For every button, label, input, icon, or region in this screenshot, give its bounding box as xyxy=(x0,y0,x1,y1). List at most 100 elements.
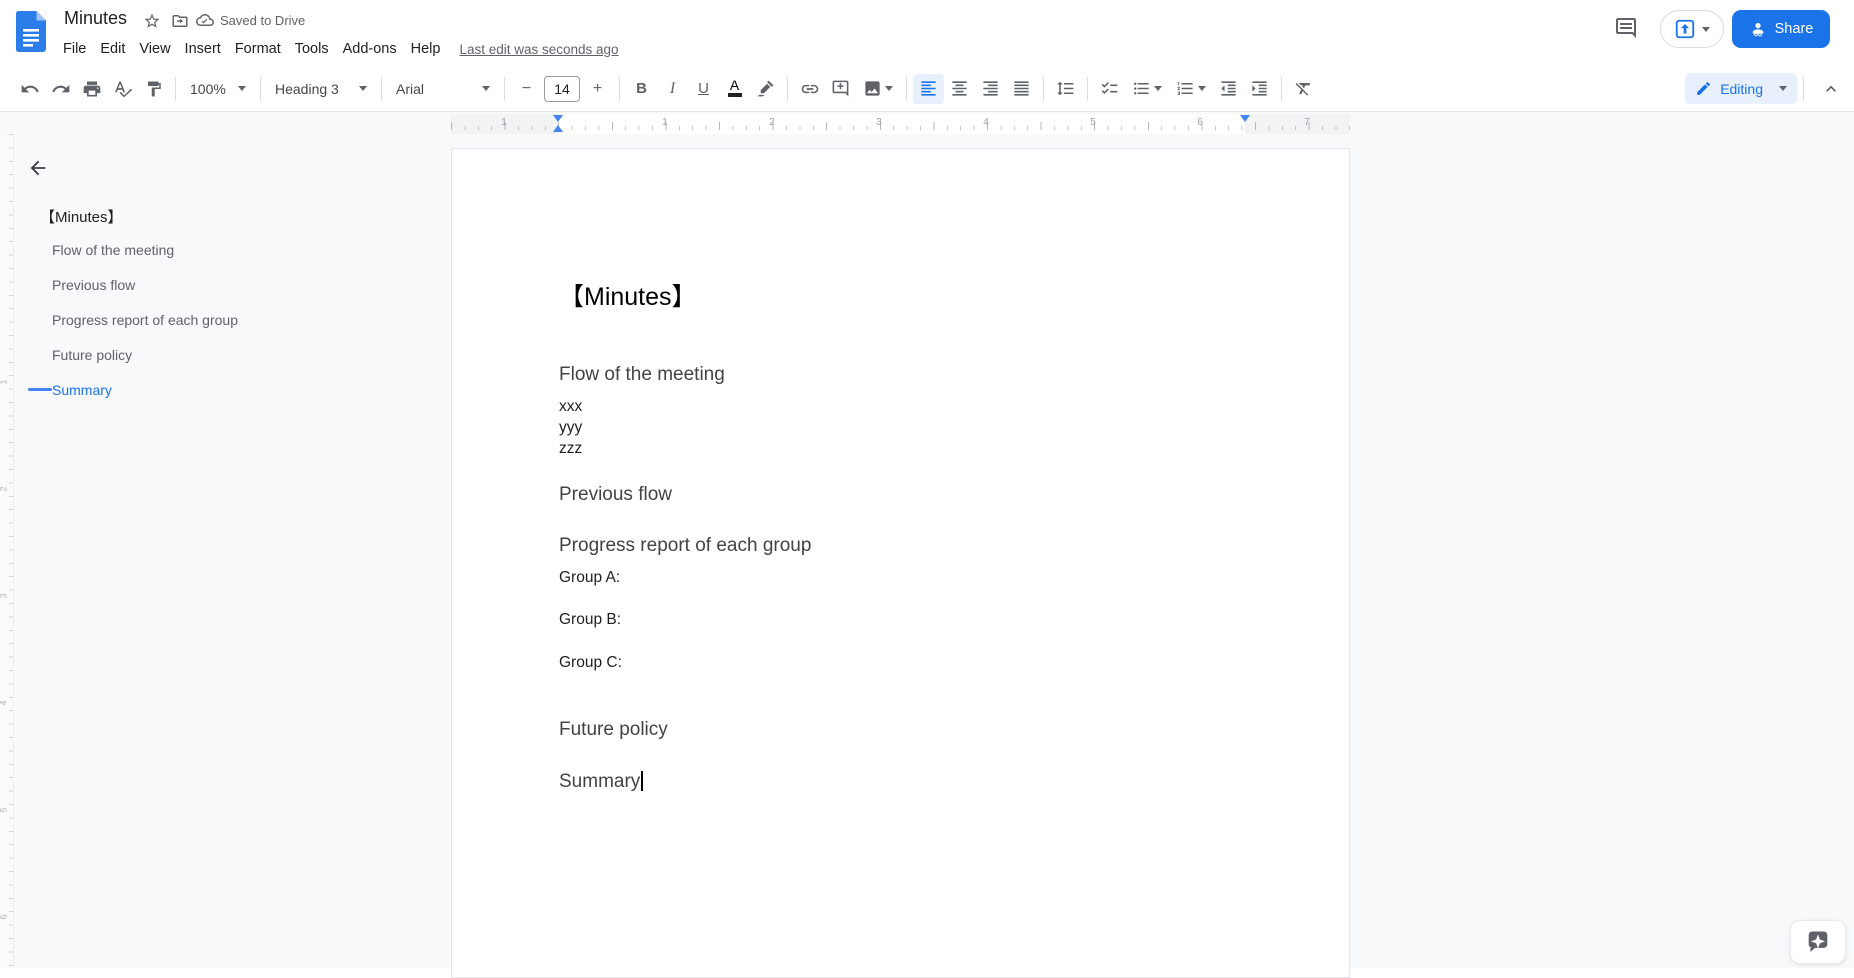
toolbar-divider xyxy=(906,76,907,101)
present-button[interactable] xyxy=(1660,10,1724,48)
doc-paragraph[interactable]: Group B: xyxy=(559,611,621,629)
collapse-chevron-icon xyxy=(1826,85,1836,92)
toolbar-divider xyxy=(619,76,620,101)
spell-check-button[interactable] xyxy=(107,74,138,104)
doc-title-line[interactable]: 【Minutes】 xyxy=(559,277,697,313)
undo-button[interactable] xyxy=(14,74,45,104)
toolbar-divider xyxy=(381,76,382,101)
mode-select[interactable]: Editing xyxy=(1685,73,1797,104)
document-title[interactable]: Minutes xyxy=(64,8,127,29)
menu-help[interactable]: Help xyxy=(404,38,448,60)
increase-indent-button[interactable] xyxy=(1244,74,1275,104)
vertical-ruler: 1 2 3 4 5 6 xyxy=(0,134,14,968)
align-center-button[interactable] xyxy=(944,74,975,104)
docs-logo-icon[interactable] xyxy=(16,11,46,52)
font-family-select[interactable]: Arial xyxy=(388,74,498,104)
doc-paragraph[interactable]: Group C: xyxy=(559,654,622,672)
toolbar-divider xyxy=(504,76,505,101)
document-page[interactable]: 【Minutes】 Flow of the meeting xxx yyy zz… xyxy=(451,148,1350,978)
vertical-ruler-ticks xyxy=(9,134,13,968)
bulleted-list-button[interactable] xyxy=(1125,74,1169,104)
menu-addons[interactable]: Add-ons xyxy=(336,38,404,60)
outline-item-flow-of-the-meeting[interactable]: Flow of the meeting xyxy=(52,238,174,262)
checklist-button[interactable] xyxy=(1094,74,1125,104)
menu-file[interactable]: File xyxy=(56,38,93,60)
paint-format-button[interactable] xyxy=(138,74,169,104)
menu-view[interactable]: View xyxy=(132,38,177,60)
increase-font-size-button[interactable]: + xyxy=(582,74,613,104)
outline-item-summary[interactable]: Summary xyxy=(52,378,112,402)
toolbar-divider xyxy=(1043,76,1044,101)
vruler-number: 1 xyxy=(0,379,9,384)
highlight-color-button[interactable] xyxy=(750,74,781,104)
outline-item-future-policy[interactable]: Future policy xyxy=(52,343,132,367)
toolbar-divider xyxy=(175,76,176,101)
menu-edit[interactable]: Edit xyxy=(93,38,132,60)
numbered-list-button[interactable] xyxy=(1169,74,1213,104)
underline-button[interactable]: U xyxy=(688,74,719,104)
insert-image-icon xyxy=(865,81,880,96)
star-icon xyxy=(144,13,160,28)
comment-history-icon xyxy=(1616,18,1636,38)
align-left-button[interactable] xyxy=(913,73,944,104)
saved-status-label: Saved to Drive xyxy=(220,12,306,28)
text-color-button[interactable]: A xyxy=(719,74,750,104)
doc-paragraph[interactable]: yyy xyxy=(559,419,582,437)
horizontal-ruler: 1 1 2 3 4 5 6 7 xyxy=(451,114,1350,134)
last-edit-link[interactable]: Last edit was seconds ago xyxy=(459,42,618,57)
explore-button[interactable] xyxy=(1790,920,1846,964)
first-line-indent-marker[interactable] xyxy=(553,125,563,132)
line-spacing-button[interactable] xyxy=(1050,74,1081,104)
justify-button[interactable] xyxy=(1006,74,1037,104)
add-comment-button[interactable] xyxy=(825,74,856,104)
doc-heading[interactable]: Summary xyxy=(559,771,644,793)
insert-link-button[interactable] xyxy=(794,74,825,104)
bold-button[interactable]: B xyxy=(626,74,657,104)
decrease-indent-button[interactable] xyxy=(1213,74,1244,104)
menu-format[interactable]: Format xyxy=(228,38,288,60)
outline-item-progress-report[interactable]: Progress report of each group xyxy=(52,308,238,332)
star-button[interactable] xyxy=(140,9,164,33)
left-indent-marker[interactable] xyxy=(553,115,563,122)
doc-paragraph[interactable]: Group A: xyxy=(559,569,620,587)
zoom-select[interactable]: 100% xyxy=(182,74,254,104)
present-caret-icon xyxy=(1702,26,1710,32)
menu-tools[interactable]: Tools xyxy=(288,38,336,60)
toolbar-divider xyxy=(1087,76,1088,101)
align-right-button[interactable] xyxy=(975,74,1006,104)
hide-menus-button[interactable] xyxy=(1816,74,1846,104)
decrease-font-size-button[interactable]: − xyxy=(511,74,542,104)
print-button[interactable] xyxy=(76,74,107,104)
clear-formatting-icon xyxy=(1295,82,1310,96)
italic-button[interactable]: I xyxy=(657,74,688,104)
move-folder-button[interactable] xyxy=(168,9,192,33)
bulleted-list-caret-icon xyxy=(1154,86,1162,91)
clear-formatting-button[interactable] xyxy=(1288,74,1319,104)
doc-heading[interactable]: Future policy xyxy=(559,719,668,741)
outline-item-previous-flow[interactable]: Previous flow xyxy=(52,273,135,297)
open-comment-history-button[interactable] xyxy=(1606,8,1646,48)
toolbar-divider xyxy=(1803,76,1804,101)
doc-heading[interactable]: Flow of the meeting xyxy=(559,364,725,386)
undo-icon xyxy=(21,84,39,92)
font-size-input[interactable]: 14 xyxy=(544,75,580,102)
close-outline-button[interactable] xyxy=(22,152,54,184)
doc-paragraph[interactable]: xxx xyxy=(559,398,582,416)
share-label: Share xyxy=(1774,21,1814,37)
paragraph-style-select[interactable]: Heading 3 xyxy=(267,74,375,104)
menu-insert[interactable]: Insert xyxy=(178,38,228,60)
cloud-check-icon xyxy=(196,13,214,26)
font-caret-icon xyxy=(482,86,490,91)
ruler-half-ticks xyxy=(451,122,1350,130)
share-button[interactable]: Share xyxy=(1732,10,1830,48)
ruler-number: 3 xyxy=(876,117,882,128)
doc-paragraph[interactable]: zzz xyxy=(559,440,582,458)
redo-button[interactable] xyxy=(45,74,76,104)
insert-image-button[interactable] xyxy=(856,74,900,104)
add-comment-icon xyxy=(832,80,849,97)
doc-heading[interactable]: Previous flow xyxy=(559,484,672,506)
right-indent-marker[interactable] xyxy=(1240,115,1250,122)
outline-item-minutes[interactable]: 【Minutes】 xyxy=(40,203,123,229)
saved-status[interactable]: Saved to Drive xyxy=(196,11,305,29)
doc-heading[interactable]: Progress report of each group xyxy=(559,535,811,557)
